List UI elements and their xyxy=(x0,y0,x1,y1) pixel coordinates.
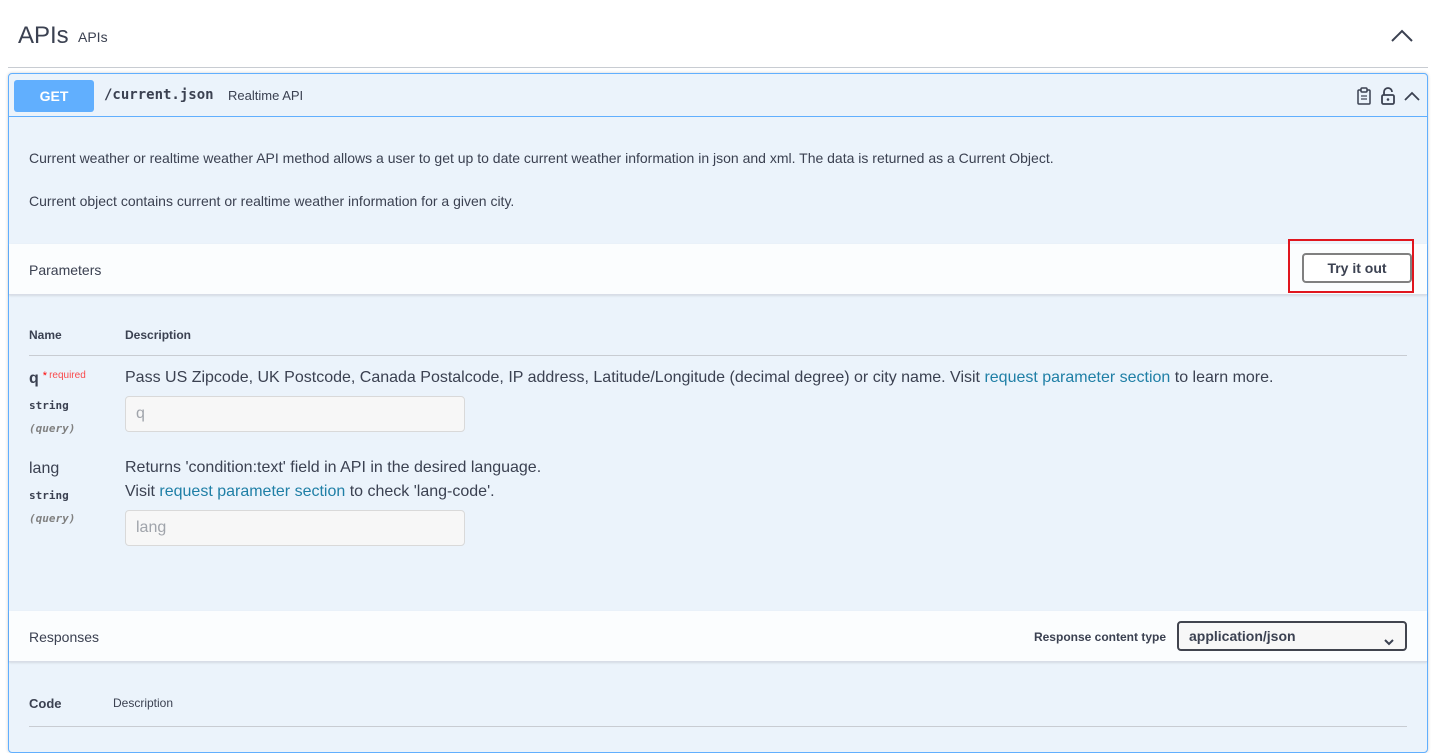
required-label: required xyxy=(49,370,86,381)
clipboard-icon[interactable] xyxy=(1355,86,1373,106)
tag-title: APIs xyxy=(18,22,69,49)
responses-title: Responses xyxy=(29,629,100,645)
request-parameter-link[interactable]: request parameter section xyxy=(984,369,1170,386)
column-header-name: Name xyxy=(29,328,62,342)
method-badge[interactable]: GET xyxy=(14,80,94,112)
parameters-title: Parameters xyxy=(29,262,102,278)
chevron-up-icon[interactable] xyxy=(1403,86,1421,106)
column-header-code: Code xyxy=(29,696,62,711)
q-input[interactable] xyxy=(125,396,465,432)
parameters-header: Parameters Try it out xyxy=(9,239,1427,295)
chevron-down-icon xyxy=(1383,630,1395,646)
required-star: * xyxy=(42,370,48,382)
lock-icon[interactable] xyxy=(1379,86,1397,106)
tag-header[interactable]: APIs APIs xyxy=(8,0,1428,68)
chevron-up-icon[interactable] xyxy=(1390,24,1414,48)
column-header-description: Description xyxy=(113,696,174,710)
divider xyxy=(29,726,1407,727)
column-header-description: Description xyxy=(125,328,192,342)
request-parameter-link[interactable]: request parameter section xyxy=(159,483,345,500)
param-description: Returns 'condition:text' field in API in… xyxy=(125,459,542,500)
summary-icons xyxy=(1355,85,1421,107)
param-type: string xyxy=(29,489,69,502)
response-content-type-label: Response content type xyxy=(1033,630,1166,644)
operation-path[interactable]: /current.json xyxy=(104,87,214,103)
description-paragraph: Current object contains current or realt… xyxy=(29,193,515,209)
responses-header: Responses Response content type applicat… xyxy=(9,611,1427,662)
param-name: lang xyxy=(29,460,60,477)
description-paragraph: Current weather or realtime weather API … xyxy=(29,150,1054,166)
opblock-summary[interactable]: GET /current.json Realtime API xyxy=(9,74,1427,117)
divider xyxy=(29,355,1407,356)
operation-summary: Realtime API xyxy=(228,88,304,103)
param-name: q * required xyxy=(29,370,86,387)
operation-description: Current weather or realtime weather API … xyxy=(29,150,1054,236)
tag-description: APIs xyxy=(78,29,108,45)
param-in: (query) xyxy=(29,512,76,525)
opblock-get-current: GET /current.json Realtime API Current w… xyxy=(8,73,1428,753)
param-in: (query) xyxy=(29,422,76,435)
param-type: string xyxy=(29,399,69,412)
response-content-type-select[interactable]: application/json xyxy=(1177,621,1407,651)
try-it-out-button[interactable]: Try it out xyxy=(1302,253,1412,283)
highlight-box: Try it out xyxy=(1288,239,1414,293)
param-description: Pass US Zipcode, UK Postcode, Canada Pos… xyxy=(125,369,1274,386)
lang-input[interactable] xyxy=(125,510,465,546)
